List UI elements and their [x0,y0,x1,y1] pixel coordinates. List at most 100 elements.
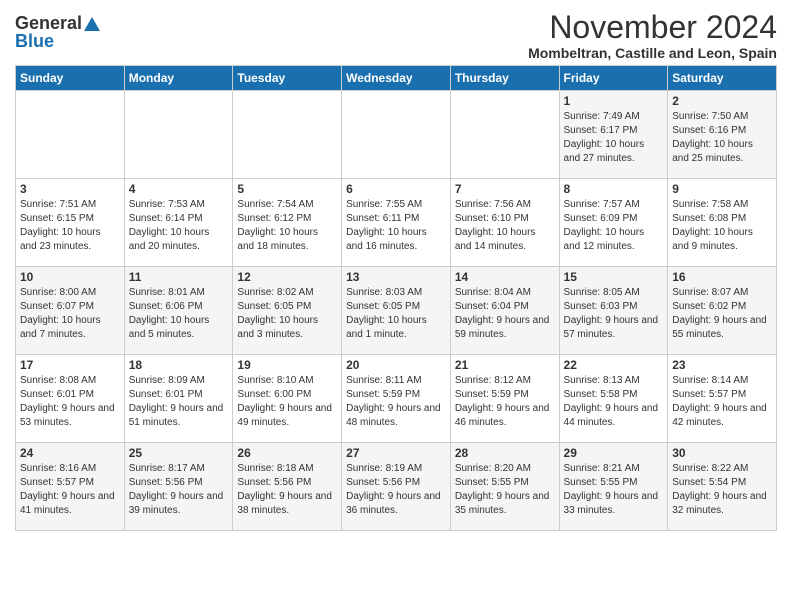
calendar-cell: 9Sunrise: 7:58 AM Sunset: 6:08 PM Daylig… [668,179,777,267]
day-info: Sunrise: 7:53 AM Sunset: 6:14 PM Dayligh… [129,198,229,254]
calendar-cell: 20Sunrise: 8:11 AM Sunset: 5:59 PM Dayli… [342,355,451,443]
day-number: 15 [564,270,664,284]
month-title: November 2024 [528,10,777,45]
calendar-week-row: 10 Sunrise: 8:00 AM Sunset: 6:07 PM Dayli… [16,267,777,355]
logo-triangle-icon [84,17,100,31]
day-number: 6 [346,182,446,196]
calendar-cell: 26 Sunrise: 8:18 AM Sunset: 5:56 PM Dayli… [233,443,342,531]
calendar-cell: 28 Sunrise: 8:20 AM Sunset: 5:55 PM Dayli… [450,443,559,531]
day-number: 25 [129,446,229,460]
calendar-cell: 15 Sunrise: 8:05 AM Sunset: 6:03 PM Dayli… [559,267,668,355]
calendar-cell: 23 Sunrise: 8:14 AM Sunset: 5:57 PM Dayli… [668,355,777,443]
weekday-header-thursday: Thursday [450,66,559,91]
day-number: 18 [129,358,229,372]
day-info: Sunrise: 8:12 AM Sunset: 5:59 PM Dayligh… [455,374,555,430]
day-number: 17 [20,358,120,372]
calendar-cell: 25Sunrise: 8:17 AM Sunset: 5:56 PM Dayli… [124,443,233,531]
calendar-cell: 30Sunrise: 8:22 AM Sunset: 5:54 PM Dayli… [668,443,777,531]
day-info: Sunrise: 8:01 AM Sunset: 6:06 PM Dayligh… [129,286,229,342]
calendar-week-row: 3 Sunrise: 7:51 AM Sunset: 6:15 PM Daylig… [16,179,777,267]
day-info: Sunrise: 8:04 AM Sunset: 6:04 PM Dayligh… [455,286,555,342]
day-number: 21 [455,358,555,372]
calendar-cell: 7Sunrise: 7:56 AM Sunset: 6:10 PM Daylig… [450,179,559,267]
day-number: 13 [346,270,446,284]
calendar-cell: 29 Sunrise: 8:21 AM Sunset: 5:55 PM Dayli… [559,443,668,531]
calendar-cell [124,91,233,179]
calendar-cell: 13 Sunrise: 8:03 AM Sunset: 6:05 PM Dayli… [342,267,451,355]
calendar-cell [342,91,451,179]
day-number: 27 [346,446,446,460]
logo-blue: Blue [15,32,54,50]
day-info: Sunrise: 8:11 AM Sunset: 5:59 PM Dayligh… [346,374,446,430]
calendar-cell: 14 Sunrise: 8:04 AM Sunset: 6:04 PM Dayli… [450,267,559,355]
calendar-cell: 18 Sunrise: 8:09 AM Sunset: 6:01 PM Dayli… [124,355,233,443]
day-number: 12 [237,270,337,284]
day-info: Sunrise: 7:55 AM Sunset: 6:11 PM Dayligh… [346,198,446,254]
calendar-cell: 21 Sunrise: 8:12 AM Sunset: 5:59 PM Dayli… [450,355,559,443]
calendar-table: SundayMondayTuesdayWednesdayThursdayFrid… [15,65,777,531]
day-number: 22 [564,358,664,372]
day-info: Sunrise: 7:51 AM Sunset: 6:15 PM Dayligh… [20,198,120,254]
day-number: 8 [564,182,664,196]
day-info: Sunrise: 8:20 AM Sunset: 5:55 PM Dayligh… [455,462,555,518]
day-info: Sunrise: 8:07 AM Sunset: 6:02 PM Dayligh… [672,286,772,342]
day-info: Sunrise: 7:49 AM Sunset: 6:17 PM Dayligh… [564,110,664,166]
day-info: Sunrise: 7:58 AM Sunset: 6:08 PM Dayligh… [672,198,772,254]
day-number: 1 [564,94,664,108]
calendar-cell [450,91,559,179]
day-info: Sunrise: 8:08 AM Sunset: 6:01 PM Dayligh… [20,374,120,430]
calendar-cell: 11 Sunrise: 8:01 AM Sunset: 6:06 PM Dayli… [124,267,233,355]
calendar-cell: 3 Sunrise: 7:51 AM Sunset: 6:15 PM Daylig… [16,179,125,267]
calendar-cell: 19Sunrise: 8:10 AM Sunset: 6:00 PM Dayli… [233,355,342,443]
day-info: Sunrise: 8:05 AM Sunset: 6:03 PM Dayligh… [564,286,664,342]
day-info: Sunrise: 8:18 AM Sunset: 5:56 PM Dayligh… [237,462,337,518]
day-info: Sunrise: 8:02 AM Sunset: 6:05 PM Dayligh… [237,286,337,342]
calendar-cell: 4 Sunrise: 7:53 AM Sunset: 6:14 PM Daylig… [124,179,233,267]
day-info: Sunrise: 8:22 AM Sunset: 5:54 PM Dayligh… [672,462,772,518]
day-info: Sunrise: 8:21 AM Sunset: 5:55 PM Dayligh… [564,462,664,518]
day-info: Sunrise: 8:00 AM Sunset: 6:07 PM Dayligh… [20,286,120,342]
day-info: Sunrise: 8:13 AM Sunset: 5:58 PM Dayligh… [564,374,664,430]
calendar-cell: 5 Sunrise: 7:54 AM Sunset: 6:12 PM Daylig… [233,179,342,267]
day-number: 7 [455,182,555,196]
calendar-cell: 10 Sunrise: 8:00 AM Sunset: 6:07 PM Dayli… [16,267,125,355]
calendar-week-row: 17 Sunrise: 8:08 AM Sunset: 6:01 PM Dayli… [16,355,777,443]
day-info: Sunrise: 8:03 AM Sunset: 6:05 PM Dayligh… [346,286,446,342]
calendar-cell: 6 Sunrise: 7:55 AM Sunset: 6:11 PM Daylig… [342,179,451,267]
day-number: 4 [129,182,229,196]
header: General Blue November 2024 Mombeltran, C… [15,10,777,61]
day-number: 28 [455,446,555,460]
day-number: 5 [237,182,337,196]
title-area: November 2024 Mombeltran, Castille and L… [528,10,777,61]
day-number: 24 [20,446,120,460]
day-number: 26 [237,446,337,460]
calendar-cell: 2 Sunrise: 7:50 AM Sunset: 6:16 PM Daylig… [668,91,777,179]
calendar-cell: 12 Sunrise: 8:02 AM Sunset: 6:05 PM Dayli… [233,267,342,355]
day-info: Sunrise: 8:14 AM Sunset: 5:57 PM Dayligh… [672,374,772,430]
day-number: 14 [455,270,555,284]
day-number: 29 [564,446,664,460]
day-number: 10 [20,270,120,284]
day-number: 23 [672,358,772,372]
day-number: 3 [20,182,120,196]
logo-general: General [15,14,82,32]
day-number: 11 [129,270,229,284]
weekday-header-monday: Monday [124,66,233,91]
calendar-cell: 16Sunrise: 8:07 AM Sunset: 6:02 PM Dayli… [668,267,777,355]
day-number: 19 [237,358,337,372]
logo: General Blue [15,10,100,50]
weekday-header-row: SundayMondayTuesdayWednesdayThursdayFrid… [16,66,777,91]
day-info: Sunrise: 8:09 AM Sunset: 6:01 PM Dayligh… [129,374,229,430]
calendar-cell: 1 Sunrise: 7:49 AM Sunset: 6:17 PM Daylig… [559,91,668,179]
day-info: Sunrise: 7:50 AM Sunset: 6:16 PM Dayligh… [672,110,772,166]
calendar-cell [16,91,125,179]
calendar-cell: 22 Sunrise: 8:13 AM Sunset: 5:58 PM Dayli… [559,355,668,443]
day-number: 2 [672,94,772,108]
calendar-body: 1 Sunrise: 7:49 AM Sunset: 6:17 PM Daylig… [16,91,777,531]
day-info: Sunrise: 7:54 AM Sunset: 6:12 PM Dayligh… [237,198,337,254]
calendar-cell: 27Sunrise: 8:19 AM Sunset: 5:56 PM Dayli… [342,443,451,531]
location-title: Mombeltran, Castille and Leon, Spain [528,45,777,61]
weekday-header-sunday: Sunday [16,66,125,91]
calendar-week-row: 1 Sunrise: 7:49 AM Sunset: 6:17 PM Daylig… [16,91,777,179]
calendar-cell: 8Sunrise: 7:57 AM Sunset: 6:09 PM Daylig… [559,179,668,267]
